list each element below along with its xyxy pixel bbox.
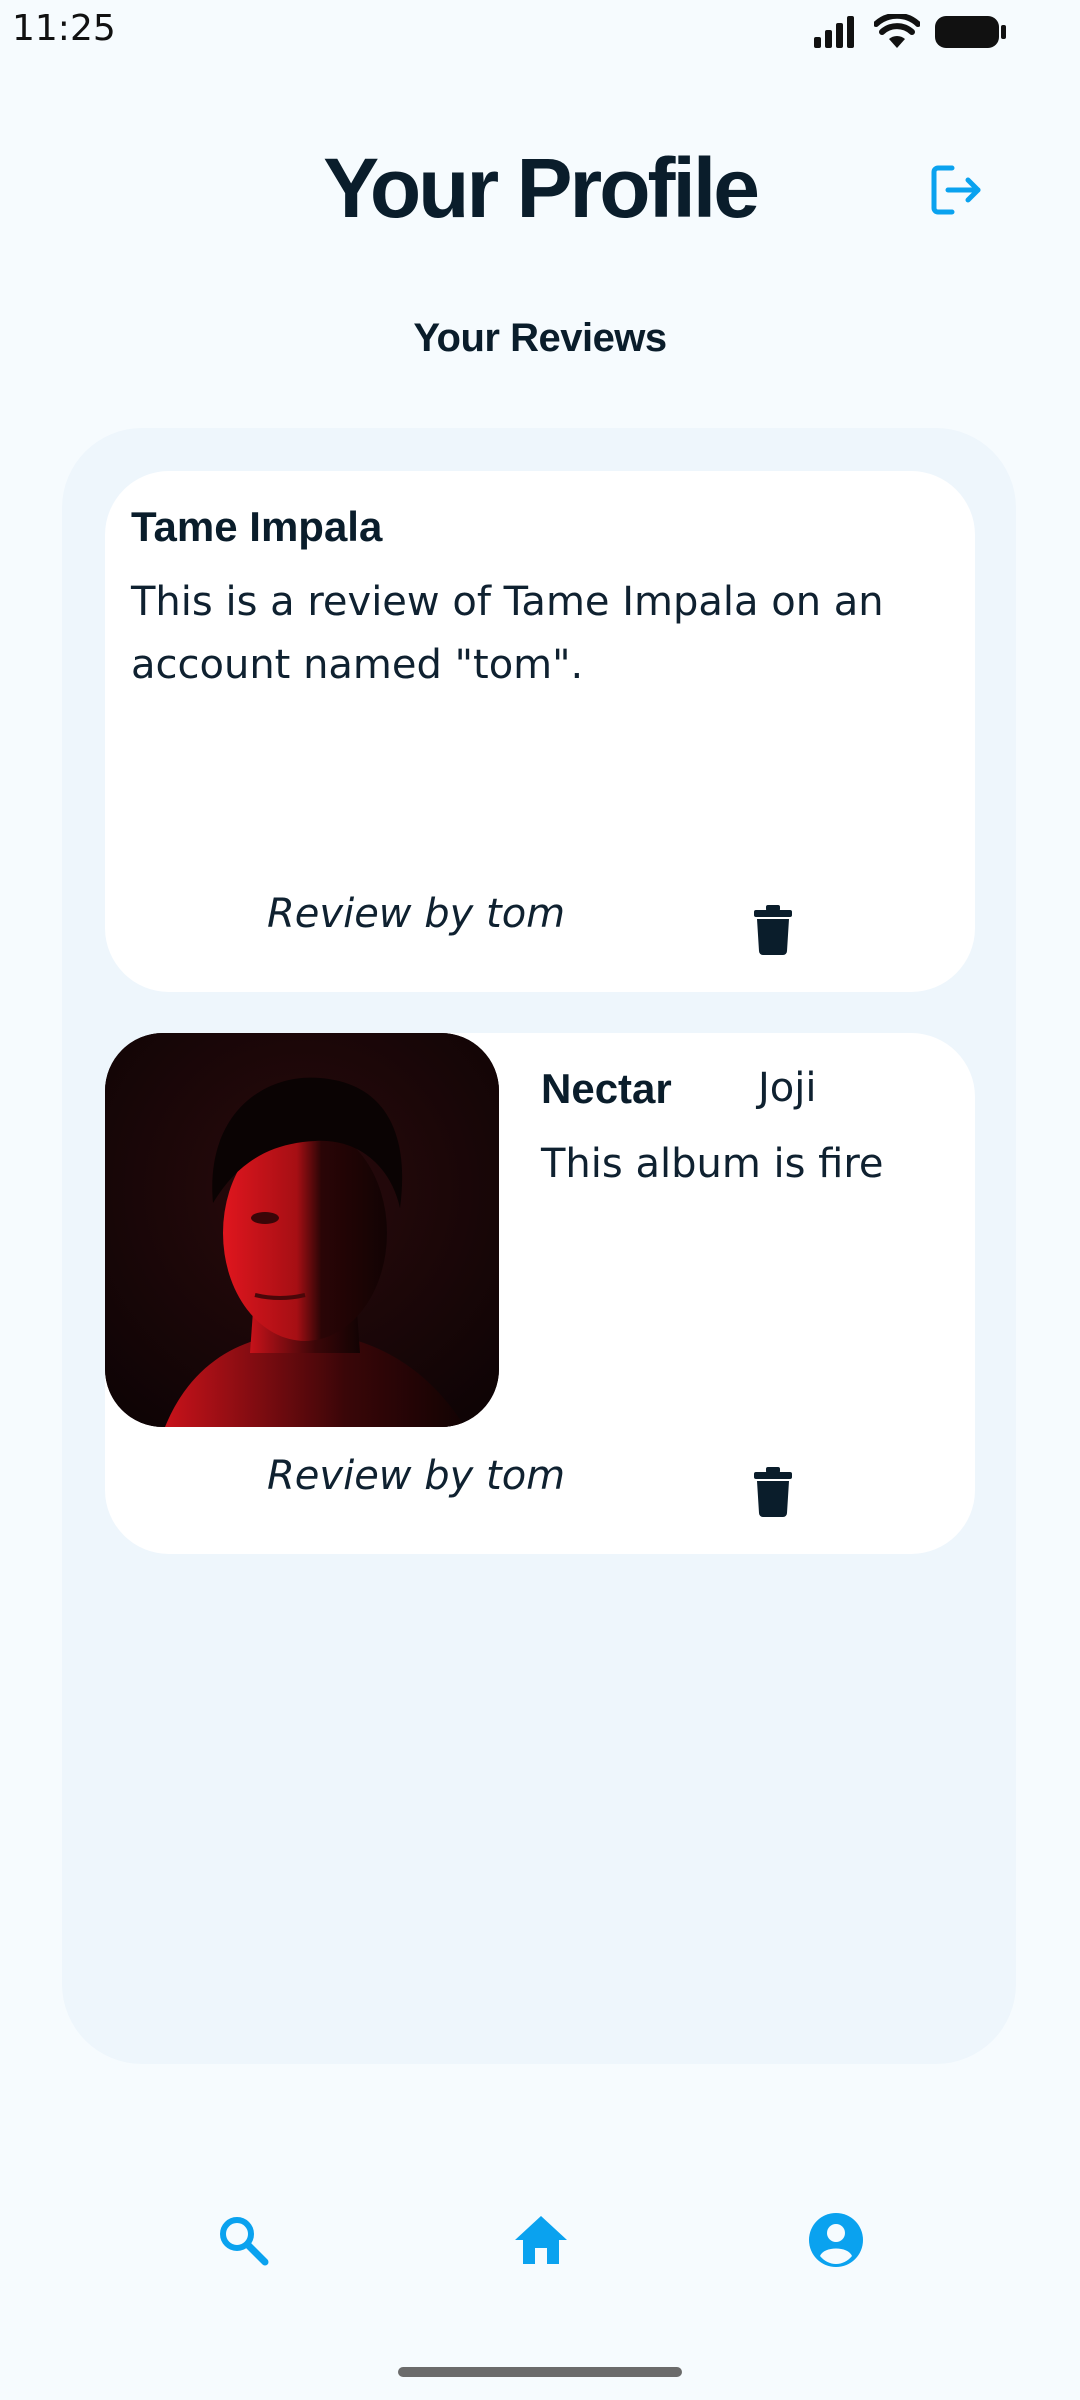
review-byline: Review by tom [267, 1453, 566, 1499]
trash-icon [754, 905, 792, 955]
album-art [105, 1033, 499, 1427]
review-card: Tame Impala This is a review of Tame Imp… [105, 471, 975, 992]
logout-button[interactable] [924, 158, 988, 222]
page-title: Your Profile [323, 141, 760, 235]
home-indicator[interactable] [398, 2367, 682, 2377]
status-icons [812, 14, 1008, 50]
review-byline: Review by tom [267, 891, 566, 937]
status-time: 11:25 [12, 8, 116, 49]
review-title: Tame Impala [131, 503, 383, 550]
section-title: Your Reviews [413, 316, 667, 360]
review-body: This is a review of Tame Impala on an ac… [131, 579, 884, 688]
trash-icon [754, 1467, 792, 1517]
review-artist: Joji [758, 1065, 817, 1111]
nav-account-button[interactable] [800, 2204, 872, 2276]
wifi-icon [874, 14, 920, 48]
album-cover-image [105, 1033, 499, 1427]
review-title: Nectar [541, 1065, 672, 1112]
search-icon [220, 2217, 269, 2266]
delete-review-button[interactable] [746, 900, 800, 960]
signal-icon [814, 16, 854, 48]
logout-icon [931, 165, 981, 215]
delete-review-button[interactable] [746, 1462, 800, 1522]
home-icon [515, 2216, 567, 2264]
battery-icon [935, 16, 1006, 48]
account-icon [809, 2213, 863, 2267]
nav-home-button[interactable] [505, 2204, 577, 2276]
nav-search-button[interactable] [207, 2204, 279, 2276]
review-body: This album is fire [541, 1141, 884, 1187]
